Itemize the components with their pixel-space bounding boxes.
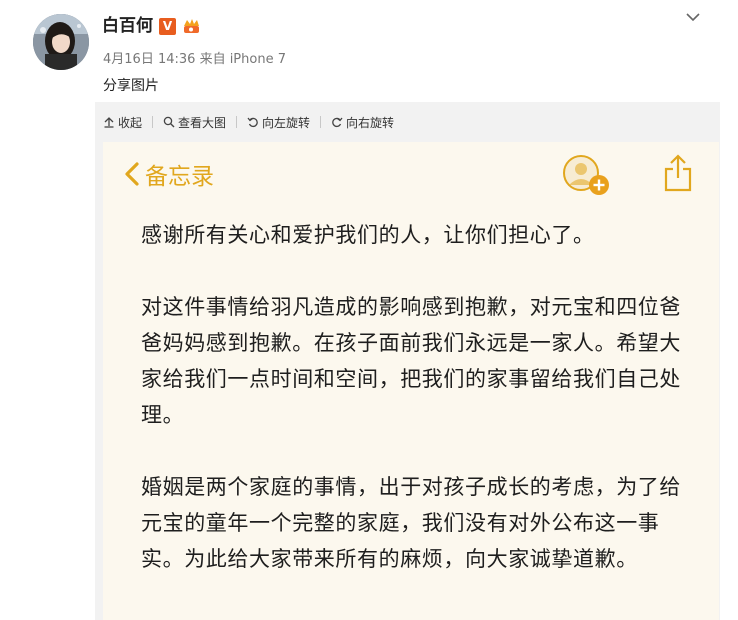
memo-paragraph: 对这件事情给羽凡造成的影响感到抱歉，对元宝和四位爸爸妈妈感到抱歉。在孩子面前我们…	[141, 295, 681, 427]
memo-paragraph: 感谢所有关心和爱护我们的人，让你们担心了。	[141, 223, 595, 247]
post-header: 白百何 V 4月16日 14:36 来自 iPhone 7 分享图片	[0, 0, 738, 102]
rotate-left-button[interactable]: 向左旋转	[237, 114, 310, 131]
avatar[interactable]	[33, 14, 89, 70]
post-meta: 4月16日 14:36 来自 iPhone 7	[103, 48, 286, 67]
memo-back-button: 备忘录	[124, 158, 214, 190]
avatar-photo	[33, 14, 89, 70]
memo-screenshot[interactable]: 备忘录 感谢所有关心和爱护我们的人，让你们担心了。 对这件事情给羽凡造成的影响感…	[103, 142, 719, 620]
collapse-button[interactable]: 收起	[95, 114, 142, 131]
vip-badge	[184, 19, 199, 33]
memo-text: 感谢所有关心和爱护我们的人，让你们担心了。 对这件事情给羽凡造成的影响感到抱歉，…	[141, 217, 701, 613]
add-person-icon	[563, 155, 609, 195]
rotate-right-label: 向右旋转	[346, 115, 395, 130]
post-text: 分享图片	[103, 78, 159, 94]
rotate-right-button[interactable]: 向右旋转	[321, 114, 394, 131]
rotate-right-icon	[332, 117, 343, 128]
chevron-down-icon[interactable]	[684, 10, 702, 24]
rotate-left-icon	[247, 117, 258, 128]
view-large-button[interactable]: 查看大图	[153, 114, 226, 131]
memo-back-label: 备忘录	[145, 164, 214, 190]
post-source: 来自 iPhone 7	[199, 52, 286, 67]
username[interactable]: 白百何	[102, 15, 153, 37]
view-large-label: 查看大图	[178, 115, 227, 130]
image-toolbar: 收起 查看大图 向左旋转 向右旋转	[95, 102, 720, 142]
post-timestamp[interactable]: 4月16日 14:36	[103, 52, 195, 67]
back-chevron-icon	[125, 162, 139, 186]
collapse-label: 收起	[118, 115, 143, 130]
rotate-left-label: 向左旋转	[262, 115, 311, 130]
username-row: 白百何 V	[102, 15, 201, 37]
verified-v-badge: V	[159, 17, 176, 35]
image-panel: 收起 查看大图 向左旋转 向右旋转 备忘录 感谢所有关心和爱护我们的人，让你们担…	[95, 102, 720, 620]
share-icon	[664, 154, 692, 192]
magnifier-icon	[163, 116, 175, 128]
collapse-icon	[104, 117, 114, 128]
memo-paragraph: 婚姻是两个家庭的事情，出于对孩子成长的考虑，为了给元宝的童年一个完整的家庭，我们…	[141, 475, 681, 571]
